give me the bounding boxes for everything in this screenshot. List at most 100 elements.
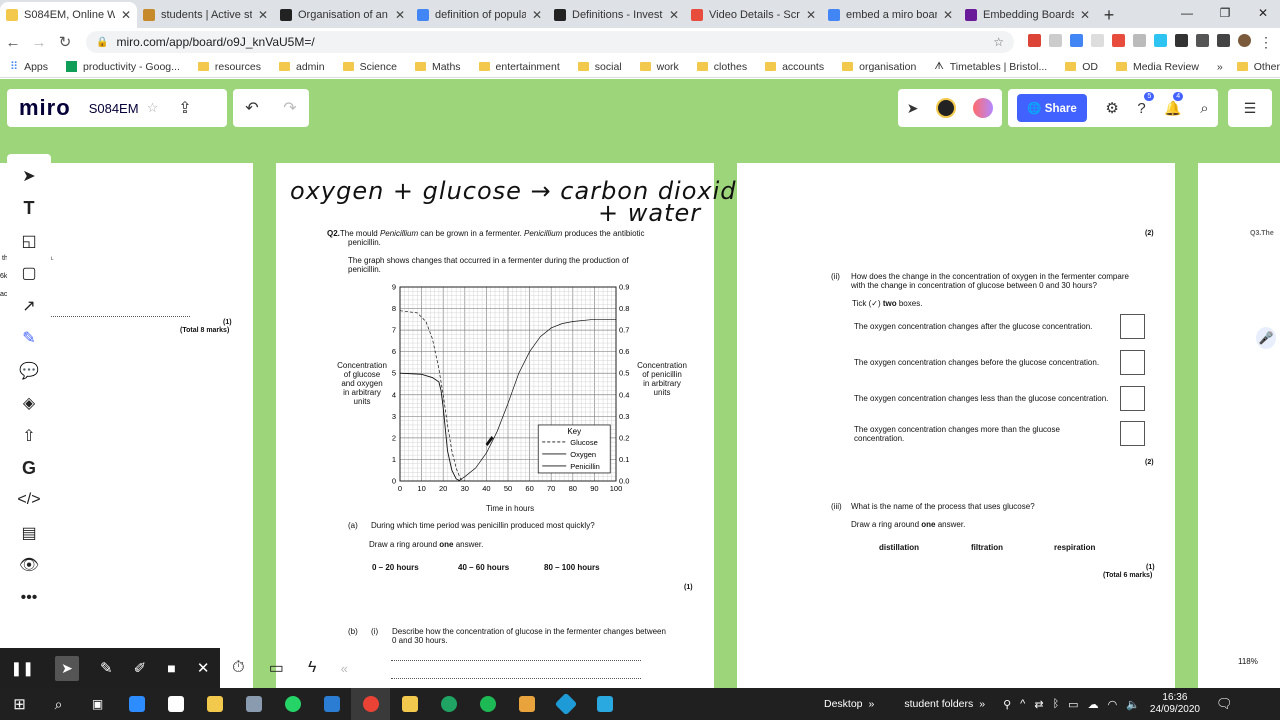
taskbar-app[interactable] xyxy=(546,688,585,720)
taskbar-app[interactable] xyxy=(312,688,351,720)
browser-tab[interactable]: S084EM, Online Wh ✕ xyxy=(0,2,137,28)
tick-box[interactable] xyxy=(1120,314,1145,339)
taskbar-app[interactable] xyxy=(585,688,624,720)
system-tray[interactable]: ⚲ ^ ⇄ ᛒ ▭ ☁ ◠ 🔈 xyxy=(1003,698,1140,711)
pointer-icon[interactable]: ➤ xyxy=(55,655,79,681)
pen-icon[interactable]: ✎ xyxy=(100,659,113,677)
bookmark-apps[interactable]: ⠿ Apps xyxy=(10,60,48,74)
star-icon[interactable]: ☆ xyxy=(147,100,159,116)
highlighter-icon[interactable]: ✐ xyxy=(134,659,147,677)
cast-icon[interactable] xyxy=(1196,33,1209,47)
pause-icon[interactable]: ❚❚ xyxy=(11,660,34,677)
browser-tab[interactable]: Embedding Boards ✕ xyxy=(959,2,1096,28)
close-icon[interactable]: ✕ xyxy=(197,659,210,677)
close-tab-icon[interactable]: ✕ xyxy=(532,8,542,22)
taskbar-app[interactable] xyxy=(273,688,312,720)
taskbar-app[interactable] xyxy=(468,688,507,720)
bell-icon[interactable]: 🔔 4 xyxy=(1164,91,1184,117)
taskbar-app[interactable] xyxy=(390,688,429,720)
bookmark-timetables[interactable]: ᗑ Timetables | Bristol... xyxy=(934,61,1047,73)
taskbar-app[interactable] xyxy=(156,688,195,720)
avatar[interactable] xyxy=(973,98,994,118)
tick-box[interactable] xyxy=(1120,421,1145,446)
minimize-button[interactable]: — xyxy=(1170,0,1204,26)
search-icon[interactable]: ⌕ xyxy=(1200,100,1208,117)
bookmark-folder[interactable]: OD xyxy=(1065,61,1098,73)
search-button[interactable]: ⌕ xyxy=(39,688,78,720)
bookmark-folder[interactable]: organisation xyxy=(842,61,916,73)
zoom-level[interactable]: 118% xyxy=(1238,657,1258,666)
microphone-icon[interactable]: 🎤 xyxy=(1256,327,1276,349)
taskbar-app[interactable] xyxy=(117,688,156,720)
close-tab-icon[interactable]: ✕ xyxy=(806,8,816,22)
more-icon[interactable]: ••• xyxy=(17,586,41,610)
star-icon[interactable]: ☆ xyxy=(993,35,1004,49)
folders-toolbar[interactable]: student folders » xyxy=(904,698,985,710)
collapse-icon[interactable]: « xyxy=(341,661,348,676)
back-icon[interactable]: ← xyxy=(0,34,26,51)
profile-avatar[interactable] xyxy=(1238,33,1251,47)
bookmark-folder[interactable]: work xyxy=(639,61,679,73)
reload-icon[interactable]: ↻ xyxy=(52,33,78,51)
eye-icon[interactable]: 👁 xyxy=(17,553,41,577)
notifications-icon[interactable]: 🗨 xyxy=(1216,696,1233,712)
more-bookmarks[interactable]: » xyxy=(1217,61,1223,73)
embed-code-icon[interactable]: </> xyxy=(17,488,41,512)
close-window-button[interactable]: ✕ xyxy=(1246,0,1280,26)
tick-box[interactable] xyxy=(1120,350,1145,375)
extension-icon[interactable] xyxy=(1028,33,1041,47)
close-tab-icon[interactable]: ✕ xyxy=(258,8,268,22)
bookmark-folder[interactable]: accounts xyxy=(765,61,824,73)
browser-tab[interactable]: embed a miro board ✕ xyxy=(822,2,959,28)
close-tab-icon[interactable]: ✕ xyxy=(669,8,679,22)
close-tab-icon[interactable]: ✕ xyxy=(1080,8,1090,22)
taskbar-app[interactable] xyxy=(429,688,468,720)
browser-tab[interactable]: students | Active stu ✕ xyxy=(137,2,274,28)
bookmark-folder[interactable]: social xyxy=(577,61,622,73)
tick-box[interactable] xyxy=(1120,386,1145,411)
frame-icon[interactable]: ◈ xyxy=(17,391,41,415)
bookmark-folder[interactable]: entertainment xyxy=(478,61,560,73)
close-tab-icon[interactable]: ✕ xyxy=(395,8,405,22)
bookmark-folder[interactable]: Science xyxy=(342,61,397,73)
shape-icon[interactable]: ▢ xyxy=(17,261,41,285)
maximize-button[interactable]: ❐ xyxy=(1208,0,1242,26)
browser-tab[interactable]: Video Details - Scree ✕ xyxy=(685,2,822,28)
bookmark-folder[interactable]: Maths xyxy=(414,61,461,73)
browser-tab[interactable]: definition of popula ✕ xyxy=(411,2,548,28)
timer-icon[interactable]: ⏱ xyxy=(232,659,244,677)
clock[interactable]: 16:36 24/09/2020 xyxy=(1150,692,1200,716)
taskbar-app[interactable] xyxy=(234,688,273,720)
video-icon[interactable]: ▭ xyxy=(269,658,284,678)
address-field[interactable]: 🔒 miro.com/app/board/o9J_knVaU5M=/ ☆ xyxy=(86,31,1014,53)
answer-option[interactable]: 0 – 20 hours xyxy=(372,563,419,572)
close-tab-icon[interactable]: ✕ xyxy=(121,8,131,22)
google-icon[interactable]: G xyxy=(17,456,41,480)
answer-option[interactable]: distillation xyxy=(879,543,919,552)
select-cursor-icon[interactable]: ➤ xyxy=(17,164,41,188)
camera-icon[interactable]: ■ xyxy=(167,660,175,676)
extension-icon[interactable] xyxy=(1133,33,1146,47)
lightning-icon[interactable]: ϟ xyxy=(308,659,316,677)
miro-logo[interactable]: miro xyxy=(19,95,71,121)
cursor-icon[interactable]: ➤ xyxy=(907,100,919,117)
taskbar-app[interactable] xyxy=(351,688,390,720)
board-name[interactable]: S084EM xyxy=(89,101,139,116)
task-view-button[interactable]: ▣ xyxy=(78,688,117,720)
templates-icon[interactable]: ▤ xyxy=(17,521,41,545)
browser-tab[interactable]: Definitions - Investig ✕ xyxy=(548,2,685,28)
start-button[interactable]: ⊞ xyxy=(0,688,39,720)
desktop-toolbar[interactable]: Desktop » xyxy=(824,698,874,710)
other-bookmarks[interactable]: Other bookmarks xyxy=(1236,61,1280,73)
browser-tab[interactable]: Organisation of an E ✕ xyxy=(274,2,411,28)
text-tool-icon[interactable]: T xyxy=(17,197,41,221)
answer-option[interactable]: filtration xyxy=(971,543,1003,552)
pen-icon[interactable]: ✎ xyxy=(17,326,41,350)
extension-icon[interactable] xyxy=(1049,33,1062,47)
sticky-note-icon[interactable]: ◱ xyxy=(17,229,41,253)
extension-icon[interactable] xyxy=(1070,33,1083,47)
taskbar-app[interactable] xyxy=(507,688,546,720)
share-button[interactable]: 🌐 Share xyxy=(1017,94,1087,122)
extension-icon[interactable] xyxy=(1112,33,1125,47)
puzzle-icon[interactable] xyxy=(1175,33,1188,47)
